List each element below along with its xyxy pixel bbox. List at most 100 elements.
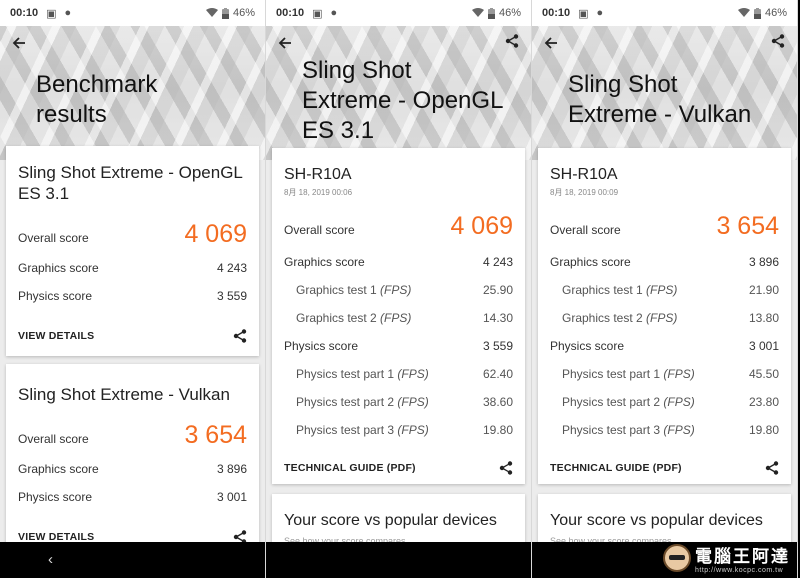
navigation-bar	[266, 542, 531, 578]
card-footer: TECHNICAL GUIDE (PDF)	[550, 461, 779, 475]
battery-icon	[221, 7, 229, 19]
graphics-score-label: Graphics score	[18, 261, 99, 275]
page-title: Benchmark results	[36, 70, 256, 130]
app-notification-icon: ●	[596, 7, 604, 19]
share-icon	[505, 34, 519, 48]
overall-score-label: Overall score	[550, 223, 621, 237]
app-bar	[532, 34, 797, 60]
graphics-score-value: 3 896	[216, 462, 247, 476]
watermark-url: http://www.kocpc.com.tw	[695, 567, 784, 574]
overall-score-row: Overall score 4 069	[18, 220, 247, 249]
back-button[interactable]	[12, 34, 26, 55]
screenshot-strip: 00:10 ▣ ● 46% Benchmark results Sling Sh…	[0, 0, 800, 578]
share-button[interactable]	[505, 34, 519, 53]
physics-test-3-row: Physics test part 3 (FPS) 19.80	[550, 423, 779, 437]
graphics-test-1-row: Graphics test 1 (FPS) 25.90	[284, 283, 513, 297]
card-title: Sling Shot Extreme - Vulkan	[18, 385, 230, 404]
overall-score-row: Overall score 4 069	[284, 212, 513, 241]
status-time: 00:10	[276, 7, 305, 19]
physics-test-1-row: Physics test part 1 (FPS) 45.50	[550, 367, 779, 381]
overall-score-label: Overall score	[284, 223, 355, 237]
page-title-line-3: ES 3.1	[302, 117, 375, 144]
page-title-line-1: Sling Shot	[302, 57, 412, 84]
card-title: Sling Shot Extreme - OpenGL ES 3.1	[18, 162, 247, 204]
graphics-test-2-value: 13.80	[748, 311, 779, 325]
image-notification-icon: ▣	[312, 7, 323, 20]
panel-benchmark-results: 00:10 ▣ ● 46% Benchmark results Sling Sh…	[0, 0, 266, 578]
page-title: Sling Shot Extreme - Vulkan	[568, 70, 788, 130]
app-bar	[0, 34, 265, 60]
overall-score-row: Overall score 3 654	[18, 421, 247, 450]
result-date: 8月 18, 2019 00:09	[550, 188, 619, 197]
technical-guide-link[interactable]: TECHNICAL GUIDE (PDF)	[550, 462, 682, 474]
popular-devices-heading: Your score vs popular devices	[284, 512, 497, 529]
graphics-test-1-label: Graphics test 1	[296, 283, 377, 297]
page-title-line-2: results	[36, 101, 107, 128]
view-details-link[interactable]: VIEW DETAILS	[18, 330, 94, 342]
battery-icon	[753, 7, 761, 19]
physics-test-2-row: Physics test part 2 (FPS) 23.80	[550, 395, 779, 409]
physics-test-2-label: Physics test part 2	[296, 395, 395, 409]
share-button[interactable]	[771, 34, 785, 53]
graphics-test-2-row: Graphics test 2 (FPS) 13.80	[550, 311, 779, 325]
status-bar: 00:10 ▣ ● 46%	[532, 0, 797, 26]
physics-score-value: 3 559	[482, 339, 513, 353]
share-icon[interactable]	[233, 329, 247, 343]
physics-test-1-row: Physics test part 1 (FPS) 62.40	[284, 367, 513, 381]
card-footer: TECHNICAL GUIDE (PDF)	[284, 461, 513, 475]
graphics-test-1-row: Graphics test 1 (FPS) 21.90	[550, 283, 779, 297]
app-notification-icon: ●	[64, 7, 72, 19]
graphics-score-row: Graphics score 3 896	[18, 462, 247, 476]
wifi-icon	[205, 8, 218, 17]
result-card-opengl[interactable]: Sling Shot Extreme - OpenGL ES 3.1 Overa…	[6, 146, 259, 356]
overall-score-value: 4 069	[450, 212, 513, 240]
device-name: SH-R10A	[550, 166, 618, 183]
fps-unit: (FPS)	[380, 283, 412, 297]
fps-unit: (FPS)	[663, 395, 695, 409]
graphics-test-1-value: 25.90	[482, 283, 513, 297]
status-bar: 00:10 ▣ ● 46%	[266, 0, 531, 26]
physics-test-3-label: Physics test part 3	[296, 423, 395, 437]
back-button[interactable]	[278, 34, 292, 55]
result-card-vulkan[interactable]: Sling Shot Extreme - Vulkan Overall scor…	[6, 364, 259, 564]
card-title-line-2: ES 3.1	[18, 184, 70, 203]
physics-score-row: Physics score 3 001	[18, 490, 247, 504]
physics-score-row: Physics score 3 559	[284, 339, 513, 353]
watermark-title: 電腦王阿達	[695, 547, 790, 566]
graphics-score-label: Graphics score	[284, 255, 365, 269]
fps-unit: (FPS)	[646, 283, 678, 297]
wifi-icon	[737, 8, 750, 17]
technical-guide-link[interactable]: TECHNICAL GUIDE (PDF)	[284, 462, 416, 474]
share-icon[interactable]	[765, 461, 779, 475]
share-icon[interactable]	[499, 461, 513, 475]
physics-test-2-row: Physics test part 2 (FPS) 38.60	[284, 395, 513, 409]
physics-score-value: 3 559	[216, 289, 247, 303]
physics-test-2-label: Physics test part 2	[562, 395, 661, 409]
physics-score-label: Physics score	[18, 490, 93, 504]
nav-back-button[interactable]: ‹	[48, 551, 53, 568]
status-time: 00:10	[542, 7, 571, 19]
fps-unit: (FPS)	[663, 367, 695, 381]
image-notification-icon: ▣	[578, 7, 589, 20]
physics-test-1-label: Physics test part 1	[562, 367, 661, 381]
overall-score-row: Overall score 3 654	[550, 212, 779, 241]
page-title-line-1: Sling Shot	[568, 71, 678, 98]
back-button[interactable]	[544, 34, 558, 55]
arrow-left-icon	[544, 37, 557, 49]
graphics-test-1-value: 21.90	[748, 283, 779, 297]
physics-test-1-value: 45.50	[748, 367, 779, 381]
physics-test-1-label: Physics test part 1	[296, 367, 395, 381]
graphics-score-row: Graphics score 3 896	[550, 255, 779, 269]
panel-vulkan-details: 00:10 ▣ ● 46% Sling Shot Extreme - Vulka…	[532, 0, 798, 578]
physics-score-row: Physics score 3 559	[18, 289, 247, 303]
physics-test-2-value: 38.60	[482, 395, 513, 409]
graphics-score-row: Graphics score 4 243	[18, 261, 247, 275]
status-bar: 00:10 ▣ ● 46%	[0, 0, 265, 26]
device-name: SH-R10A	[284, 166, 352, 183]
card-title-line-1: Sling Shot Extreme - OpenGL	[18, 163, 243, 182]
fps-unit: (FPS)	[397, 367, 429, 381]
physics-score-row: Physics score 3 001	[550, 339, 779, 353]
watermark-text-block: 電腦王阿達 http://www.kocpc.com.tw	[695, 542, 790, 574]
graphics-score-label: Graphics score	[18, 462, 99, 476]
battery-percent: 46%	[498, 7, 521, 19]
